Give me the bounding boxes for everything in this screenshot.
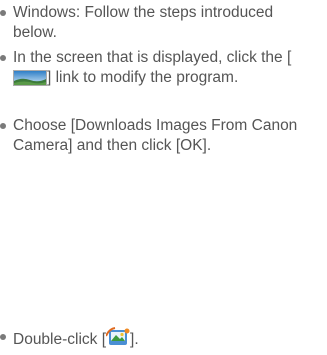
list-item: Windows: Follow the steps introduced bel… xyxy=(0,3,319,43)
camerawindow-app-icon xyxy=(105,327,130,347)
bullet xyxy=(0,10,6,16)
bullet xyxy=(0,55,6,61)
instruction-text-after: ] link to modify the program. xyxy=(47,69,239,86)
list-item: Choose [Downloads Images From Canon Came… xyxy=(0,116,319,156)
instruction-text: Choose [Downloads Images From Canon Came… xyxy=(13,117,298,154)
bullet xyxy=(0,123,6,129)
instruction-text-before: Double-click [ xyxy=(13,331,107,348)
bullet xyxy=(0,334,6,340)
instruction-text-before: In the screen that is displayed, click t… xyxy=(13,49,292,66)
instruction-text: Windows: Follow the steps introduced bel… xyxy=(13,4,274,41)
instruction-text-after: ]. xyxy=(130,331,139,348)
link-image-icon xyxy=(13,70,47,86)
list-item: In the screen that is displayed, click t… xyxy=(0,48,319,88)
list-item: Double-click [ ]. xyxy=(0,327,319,350)
